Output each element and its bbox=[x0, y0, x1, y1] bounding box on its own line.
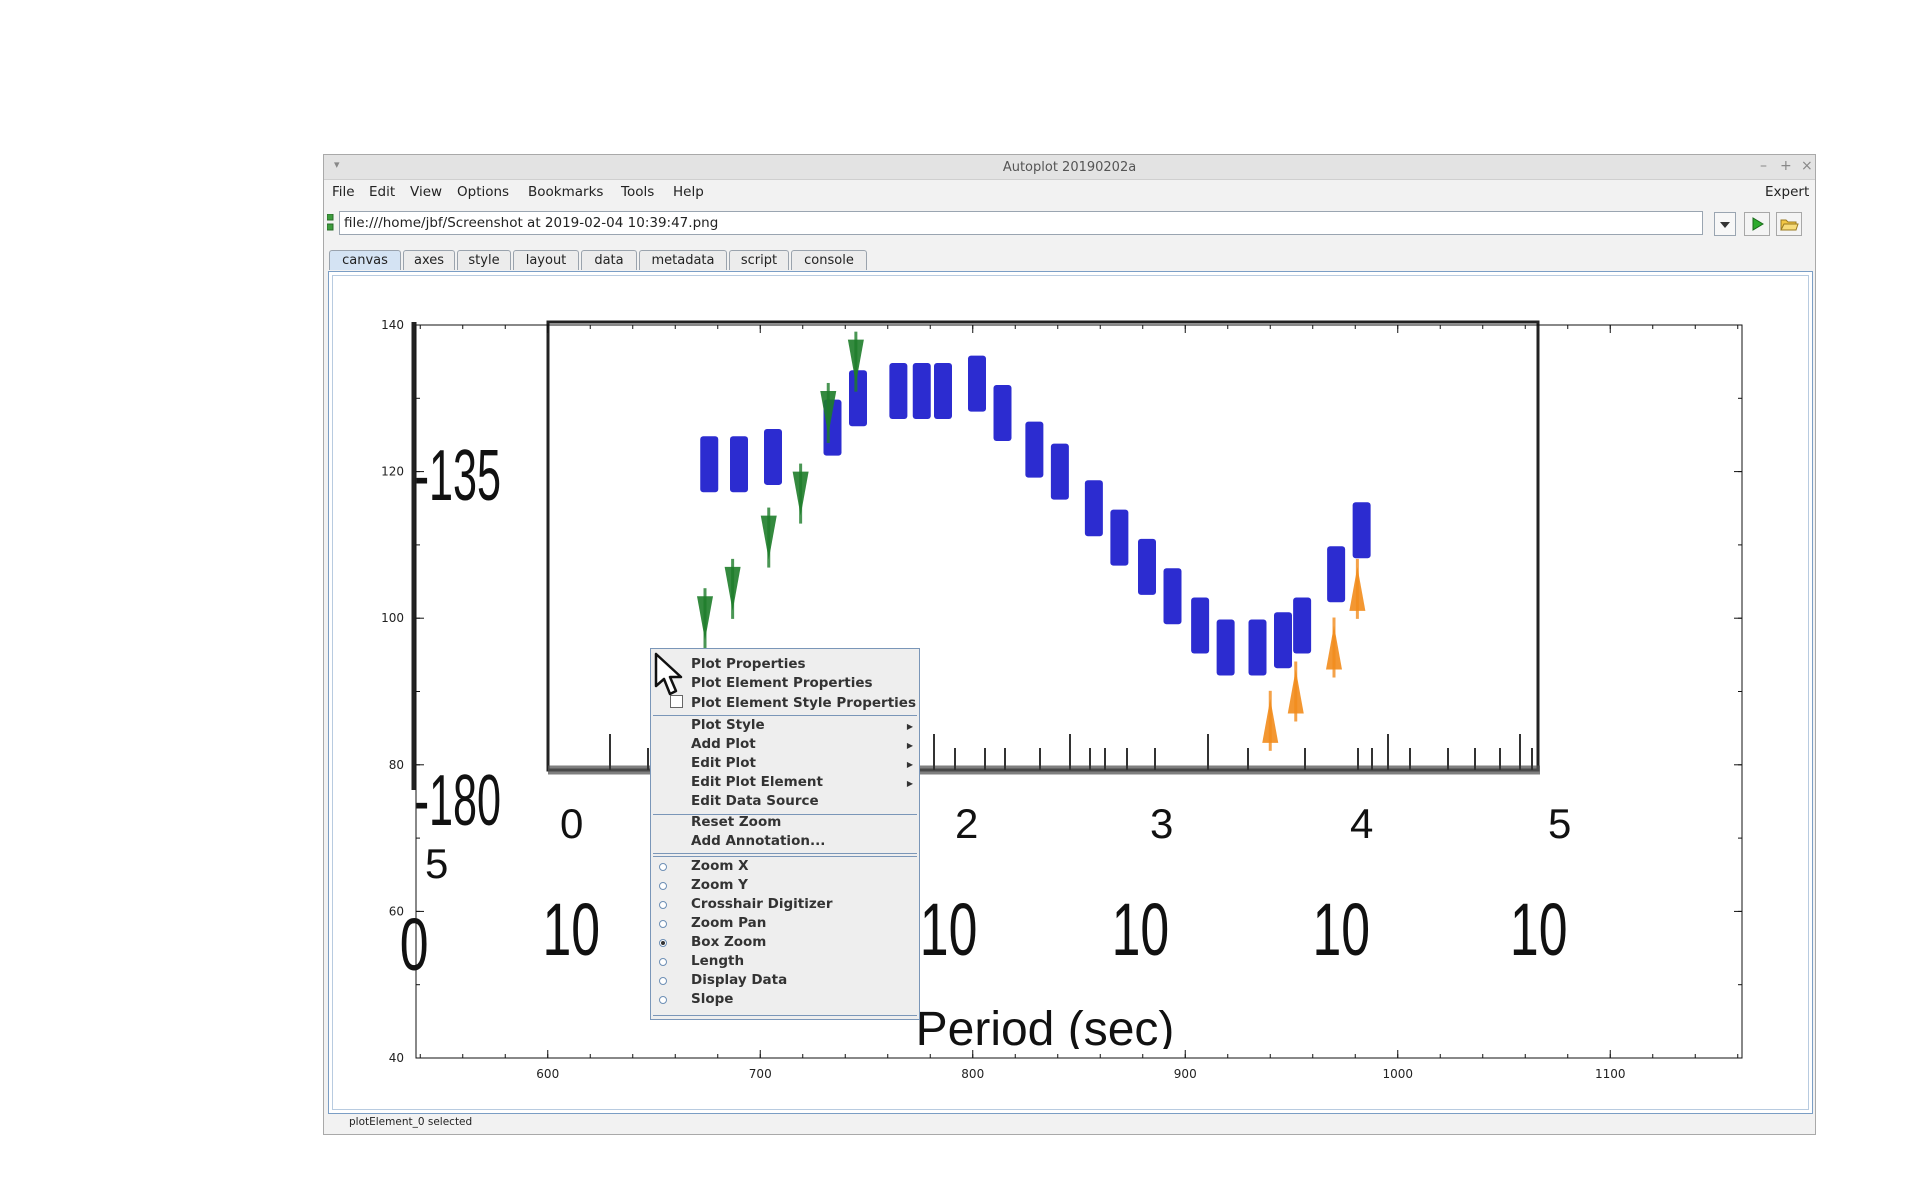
radio-length[interactable] bbox=[659, 958, 667, 966]
data-point bbox=[1138, 538, 1156, 595]
menu-box-zoom[interactable]: Box Zoom bbox=[691, 934, 766, 950]
y-tick-label: 80 bbox=[389, 758, 404, 772]
menu-add-annotation[interactable]: Add Annotation... bbox=[691, 833, 825, 849]
image-xlabel-base-0: 10 bbox=[543, 888, 601, 971]
menu-add-plot[interactable]: Add Plot bbox=[691, 736, 756, 752]
data-point bbox=[849, 370, 867, 427]
menu-plot-style[interactable]: Plot Style bbox=[691, 717, 765, 733]
image-ylabel-180: -180 bbox=[415, 760, 501, 841]
menu-zoom-x[interactable]: Zoom X bbox=[691, 858, 749, 874]
image-exponent-4: 4 bbox=[1350, 800, 1373, 847]
image-partial-ten: 0 bbox=[400, 903, 429, 986]
data-point bbox=[1084, 480, 1103, 537]
y-tick-label: 40 bbox=[389, 1051, 404, 1065]
radio-slope[interactable] bbox=[659, 996, 667, 1004]
data-point bbox=[764, 428, 782, 485]
menu-crosshair-digitizer[interactable]: Crosshair Digitizer bbox=[691, 896, 833, 912]
image-exponent-3: 3 bbox=[1150, 800, 1173, 847]
radio-display-data[interactable] bbox=[659, 977, 667, 985]
image-exponent-2: 2 bbox=[955, 800, 978, 847]
data-point bbox=[1110, 509, 1129, 566]
image-xlabel-105: 10 bbox=[1510, 888, 1568, 971]
image-xlabel-base-4: 10 bbox=[1313, 888, 1371, 971]
data-point bbox=[1216, 619, 1235, 676]
image-exponent-5: 5 bbox=[1548, 800, 1571, 847]
radio-box-zoom[interactable] bbox=[659, 939, 667, 947]
data-point bbox=[1050, 443, 1069, 500]
data-point bbox=[993, 384, 1012, 441]
x-tick-label: 700 bbox=[749, 1067, 772, 1081]
radio-zoom-pan[interactable] bbox=[659, 920, 667, 928]
menu-edit-data-source[interactable]: Edit Data Source bbox=[691, 793, 819, 809]
menu-reset-zoom[interactable]: Reset Zoom bbox=[691, 814, 781, 830]
data-point bbox=[1248, 619, 1267, 676]
context-menu: Plot Properties Plot Element Properties … bbox=[650, 648, 920, 1020]
data-point bbox=[968, 355, 986, 412]
image-exponent-0: 0 bbox=[560, 800, 583, 847]
submenu-arrow-icon: ▶ bbox=[906, 722, 913, 731]
data-point bbox=[912, 362, 931, 419]
data-point bbox=[730, 436, 748, 493]
menu-zoom-y[interactable]: Zoom Y bbox=[691, 877, 748, 893]
data-point bbox=[1293, 597, 1312, 654]
x-tick-label: 800 bbox=[961, 1067, 984, 1081]
x-tick-label: 600 bbox=[536, 1067, 559, 1081]
plot-canvas[interactable]: -135 -180 10 10 10 10 5 0 2 3 4 5 0 10 P… bbox=[0, 0, 1920, 1200]
data-point bbox=[934, 362, 952, 419]
menu-plot-element-style-properties[interactable]: Plot Element Style Properties bbox=[691, 695, 916, 711]
image-xlabel-base-2: 10 bbox=[920, 888, 978, 971]
submenu-arrow-icon: ▶ bbox=[906, 760, 913, 769]
image-axis-label: Period (sec) bbox=[916, 1003, 1175, 1056]
radio-zoom-x[interactable] bbox=[659, 863, 667, 871]
background-image: -135 -180 10 10 10 10 5 0 2 3 4 5 0 10 P… bbox=[400, 320, 1571, 1056]
image-ylabel-135: -135 bbox=[415, 435, 501, 516]
data-point bbox=[1327, 546, 1346, 603]
data-point bbox=[889, 362, 908, 419]
mouse-cursor-icon bbox=[654, 652, 683, 696]
data-point bbox=[1191, 597, 1210, 654]
menu-zoom-pan[interactable]: Zoom Pan bbox=[691, 915, 766, 931]
y-tick-label: 100 bbox=[381, 611, 404, 625]
radio-crosshair-digitizer[interactable] bbox=[659, 901, 667, 909]
y-tick-label: 60 bbox=[389, 904, 404, 918]
menu-display-data[interactable]: Display Data bbox=[691, 972, 787, 988]
x-tick-label: 1100 bbox=[1595, 1067, 1626, 1081]
data-point bbox=[1025, 421, 1044, 478]
y-tick-label: 120 bbox=[381, 465, 404, 479]
menu-plot-properties[interactable]: Plot Properties bbox=[691, 656, 806, 672]
x-tick-label: 1000 bbox=[1382, 1067, 1413, 1081]
data-point bbox=[1274, 612, 1292, 669]
submenu-arrow-icon: ▶ bbox=[906, 741, 913, 750]
y-tick-label: 140 bbox=[381, 318, 404, 332]
menu-edit-plot[interactable]: Edit Plot bbox=[691, 755, 756, 771]
menu-edit-plot-element[interactable]: Edit Plot Element bbox=[691, 774, 823, 790]
menu-slope[interactable]: Slope bbox=[691, 991, 733, 1007]
radio-zoom-y[interactable] bbox=[659, 882, 667, 890]
x-tick-label: 900 bbox=[1174, 1067, 1197, 1081]
submenu-arrow-icon: ▶ bbox=[906, 779, 913, 788]
data-point bbox=[1163, 568, 1182, 625]
image-xlabel-base-3: 10 bbox=[1112, 888, 1170, 971]
image-exponent-left: 5 bbox=[425, 840, 448, 887]
menu-plot-element-properties[interactable]: Plot Element Properties bbox=[691, 675, 873, 691]
menu-length[interactable]: Length bbox=[691, 953, 744, 969]
data-point bbox=[1352, 502, 1371, 559]
data-point bbox=[700, 436, 719, 493]
